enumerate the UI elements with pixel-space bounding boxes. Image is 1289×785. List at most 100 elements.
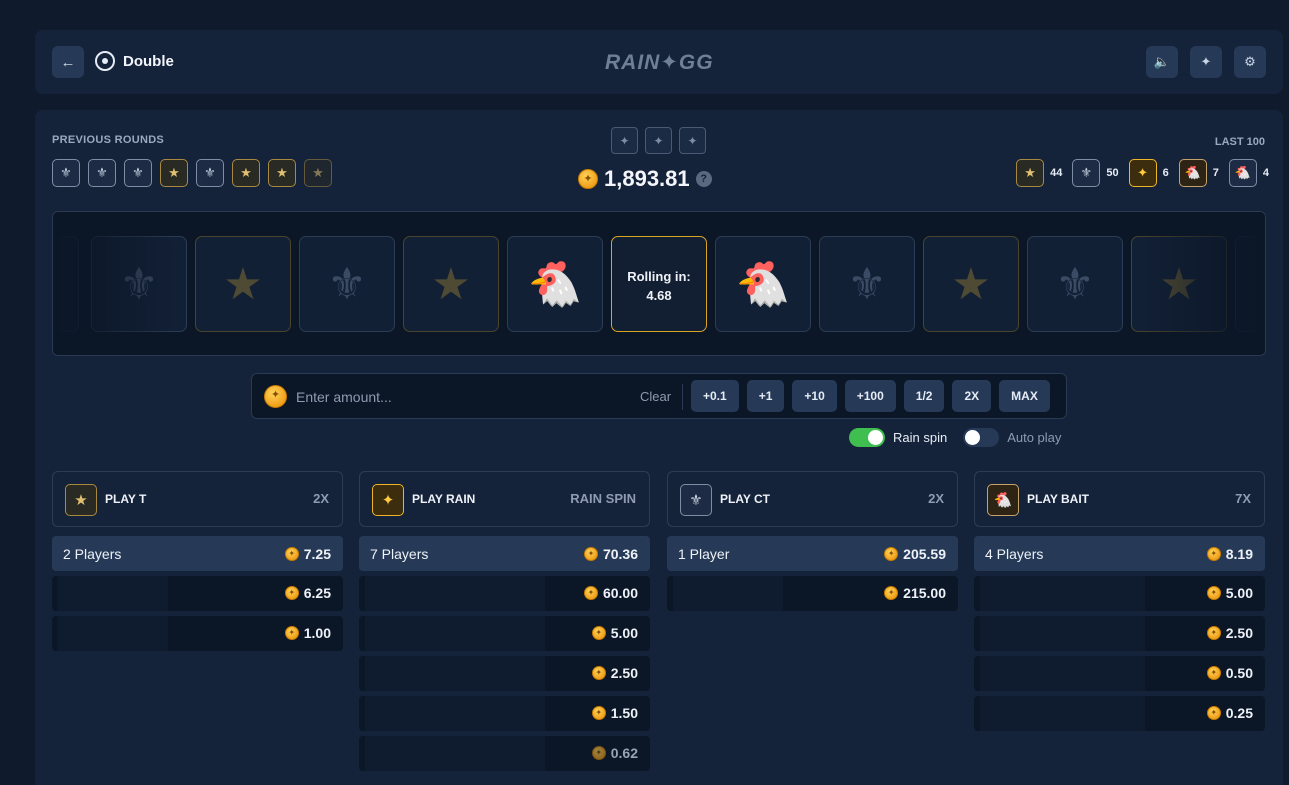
- coin-icon: [1206, 706, 1221, 720]
- rolling-tile: Rolling in: 4.68: [611, 236, 707, 332]
- bet-row: 5.00: [359, 616, 650, 651]
- half-button[interactable]: 1/2: [903, 380, 945, 412]
- play-ct-button[interactable]: ⚜ PLAY CT 2X: [667, 471, 958, 527]
- ct-tile: ⚜: [299, 236, 395, 332]
- ct-icon: ⚜: [52, 159, 80, 187]
- ct-tile: ⚜: [819, 236, 915, 332]
- chicken-icon: 🐔: [1228, 159, 1257, 187]
- column-total: 205.59: [903, 545, 946, 562]
- bet-row: 0.62: [359, 736, 650, 771]
- roller-strip: ⚜ ⚜ ★ ⚜ ★ 🐔 Rolling in: 4.68 🐔 ⚜ ★ ⚜ ★ ⚜: [52, 211, 1266, 356]
- balance-display: 1,893.81 ?: [578, 166, 712, 192]
- rain-indicators: ✦ ✦ ✦: [611, 127, 706, 154]
- top-bar: ← Double RAIN✦GG 🔈 ✦ ⚙: [35, 30, 1283, 94]
- t-tile: ★: [195, 236, 291, 332]
- rolling-label: Rolling in:: [627, 269, 691, 284]
- column-play-rain: ✦ PLAY RAIN RAIN SPIN 7 Players 70.36 60…: [359, 471, 650, 771]
- previous-rounds: ⚜ ⚜ ⚜ ★ ⚜ ★ ★ ★: [52, 159, 332, 187]
- last-100-stats: ★ 44 ⚜ 50 ✦ 6 🐔 7 🐔 4: [1016, 159, 1279, 187]
- t-icon: ★: [1016, 159, 1045, 187]
- column-total: 70.36: [602, 545, 638, 562]
- coin-icon: [583, 546, 598, 561]
- clear-button[interactable]: Clear: [640, 389, 671, 404]
- t-tile: ★: [403, 236, 499, 332]
- ct-tile: ⚜: [1027, 236, 1123, 332]
- rain-spin-toggle[interactable]: [849, 428, 885, 447]
- coin-icon: [264, 385, 287, 408]
- auto-play-toggle[interactable]: [963, 428, 1000, 447]
- bait-count: 7: [1212, 167, 1219, 179]
- bet-row: 1.00: [52, 616, 343, 651]
- play-bait-button[interactable]: 🐔 PLAY BAIT 7X: [974, 471, 1265, 527]
- bet-row: 2.50: [359, 656, 650, 691]
- site-logo[interactable]: RAIN✦GG: [605, 50, 714, 75]
- t-icon: ★: [268, 159, 296, 187]
- column-multiplier: RAIN SPIN: [570, 491, 636, 506]
- rain-button[interactable]: ✦: [1190, 46, 1222, 78]
- column-summary: 1 Player 205.59: [667, 536, 958, 571]
- bet-bar: Clear +0.1 +1 +10 +100 1/2 2X MAX: [251, 373, 1067, 419]
- bet-row: 6.25: [52, 576, 343, 611]
- ct-bait-count: 4: [1262, 167, 1269, 179]
- column-play-ct: ⚜ PLAY CT 2X 1 Player 205.59 215.00: [667, 471, 958, 611]
- settings-button[interactable]: ⚙: [1234, 46, 1266, 78]
- column-summary: 7 Players 70.36: [359, 536, 650, 571]
- chicken-icon: 🐔: [1178, 159, 1207, 187]
- bet-amount: 2.50: [610, 665, 638, 681]
- add-0-1-button[interactable]: +0.1: [691, 380, 739, 412]
- player-count: 4 Players: [985, 545, 1044, 562]
- ct-icon: ⚜: [124, 159, 152, 187]
- t-tile: ★: [923, 236, 1019, 332]
- bet-amount: 5.00: [610, 625, 638, 641]
- bet-amount-input[interactable]: [296, 384, 626, 410]
- column-total: 8.19: [1225, 545, 1253, 562]
- coin-icon: [583, 586, 598, 600]
- bet-row: 2.50: [974, 616, 1265, 651]
- coin-icon: [591, 706, 606, 720]
- bet-amount: 6.25: [303, 585, 331, 601]
- bet-chips: +0.1 +1 +10 +100 1/2 2X MAX: [691, 380, 1050, 412]
- bet-row: 215.00: [667, 576, 958, 611]
- rain-star-icon: ✦: [1128, 159, 1157, 187]
- coin-icon: [1206, 626, 1221, 640]
- bet-row: 0.50: [974, 656, 1265, 691]
- rain-count: 6: [1162, 167, 1169, 179]
- coin-icon: [1206, 586, 1221, 600]
- double-button[interactable]: 2X: [952, 380, 992, 412]
- column-name: PLAY BAIT: [1027, 492, 1090, 506]
- column-multiplier: 2X: [313, 491, 329, 506]
- bet-amount: 1.50: [610, 705, 638, 721]
- bet-amount: 0.25: [1225, 705, 1253, 721]
- coin-icon: [284, 546, 299, 561]
- dice-icon: [95, 51, 115, 71]
- coin-icon: [578, 169, 598, 189]
- play-t-button[interactable]: ★ PLAY T 2X: [52, 471, 343, 527]
- rain-star-icon: ✦: [372, 484, 404, 516]
- play-rain-button[interactable]: ✦ PLAY RAIN RAIN SPIN: [359, 471, 650, 527]
- coin-icon: [284, 586, 299, 600]
- add-10-button[interactable]: +10: [792, 380, 837, 412]
- add-100-button[interactable]: +100: [844, 380, 896, 412]
- coin-icon: [591, 746, 606, 760]
- add-1-button[interactable]: +1: [746, 380, 785, 412]
- rain-star-icon: ✦: [1200, 54, 1212, 69]
- max-button[interactable]: MAX: [999, 380, 1050, 412]
- chicken-icon: 🐔: [987, 484, 1019, 516]
- ct-icon: ⚜: [1072, 159, 1101, 187]
- volume-button[interactable]: 🔈: [1146, 46, 1178, 78]
- help-icon[interactable]: ?: [695, 171, 712, 187]
- rain-star-icon: ✦: [645, 127, 672, 154]
- bet-amount: 0.62: [610, 745, 638, 761]
- previous-rounds-label: PREVIOUS ROUNDS: [52, 134, 165, 146]
- coin-icon: [884, 546, 899, 561]
- t-icon: ★: [65, 484, 97, 516]
- gear-icon: ⚙: [1244, 54, 1256, 69]
- back-button[interactable]: ←: [52, 46, 84, 78]
- player-count: 2 Players: [63, 545, 122, 562]
- coin-icon: [591, 626, 606, 640]
- rolling-countdown: 4.68: [646, 288, 672, 303]
- t-icon: ★: [232, 159, 260, 187]
- bet-amount: 0.50: [1225, 665, 1253, 681]
- coin-icon: [1206, 546, 1221, 561]
- bet-amount: 215.00: [903, 585, 946, 601]
